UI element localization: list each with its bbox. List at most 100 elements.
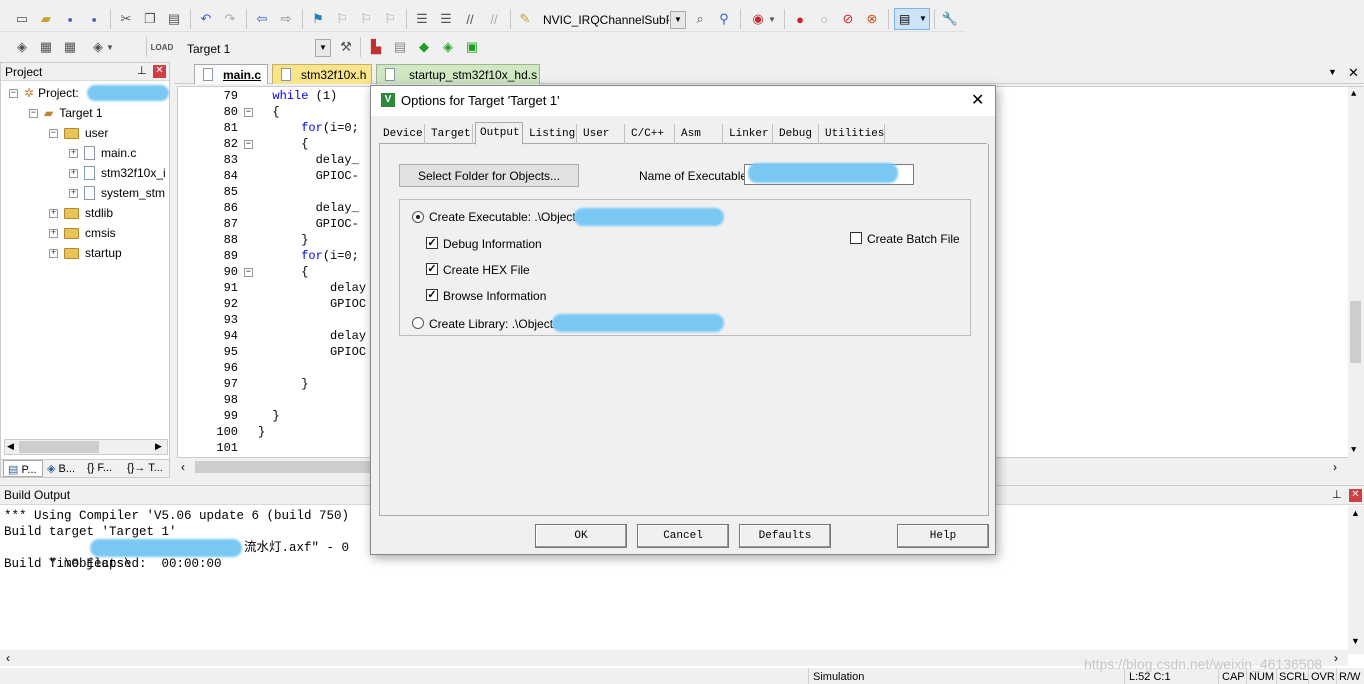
download-icon[interactable]: LOAD: [151, 37, 174, 57]
help-button[interactable]: Help: [897, 524, 989, 548]
scroll-left-icon[interactable]: ‹: [6, 651, 10, 665]
expand-icon[interactable]: +: [49, 208, 58, 218]
tab-listing[interactable]: Listing: [525, 124, 577, 144]
scroll-left-icon[interactable]: ‹: [181, 460, 185, 474]
tree-file[interactable]: + stm32f10x_i: [69, 164, 166, 182]
tree-project-root[interactable]: − ✲ Project:: [9, 84, 79, 102]
select-folder-button[interactable]: Select Folder for Objects...: [399, 164, 579, 187]
kill-all-breakpoints-icon[interactable]: ⊗: [862, 9, 882, 29]
clear-bookmarks-icon[interactable]: ⚐: [380, 9, 400, 29]
find-icon[interactable]: ⌕: [690, 9, 710, 29]
expand-icon[interactable]: +: [69, 168, 78, 178]
browse-information-checkbox[interactable]: ✓: [426, 289, 438, 301]
tab-project[interactable]: ▤ P...: [3, 460, 43, 477]
collapse-icon[interactable]: −: [29, 108, 38, 118]
incremental-find-icon[interactable]: ⚲: [714, 9, 734, 29]
scroll-right-icon[interactable]: ›: [1334, 651, 1338, 665]
create-hex-file-checkbox[interactable]: ✓: [426, 263, 438, 275]
scroll-up-icon[interactable]: ▲: [1351, 89, 1356, 99]
window-layout-button[interactable]: ▤ ▼: [894, 8, 930, 30]
collapse-icon[interactable]: −: [49, 128, 58, 138]
chevron-down-icon[interactable]: ▼: [670, 11, 686, 29]
debug-session-icon[interactable]: ◉: [748, 9, 768, 29]
tab-functions[interactable]: {} F...: [87, 462, 125, 474]
chevron-down-icon[interactable]: ▼: [104, 37, 116, 57]
close-icon[interactable]: ✕: [153, 65, 166, 78]
tab-main-c[interactable]: main.c: [194, 64, 268, 84]
pin-icon[interactable]: ⊥: [1332, 488, 1342, 501]
close-icon[interactable]: ✕: [1349, 489, 1362, 502]
paste-icon[interactable]: ▤: [164, 9, 184, 29]
chevron-down-icon[interactable]: ▼: [766, 9, 778, 29]
fold-collapse-icon[interactable]: −: [244, 268, 253, 277]
function-combo[interactable]: NVIC_IRQChannelSubPrio ▼: [540, 10, 686, 30]
pack-installer-icon[interactable]: ◈: [438, 37, 458, 57]
select-packs-icon[interactable]: ▤: [390, 37, 410, 57]
save-icon[interactable]: ▪: [60, 9, 80, 29]
scroll-thumb[interactable]: [195, 461, 375, 473]
open-folder-icon[interactable]: ▰: [36, 9, 56, 29]
close-icon[interactable]: ✕: [971, 90, 984, 110]
target-combo[interactable]: Target 1 ▼: [184, 38, 331, 58]
comment-icon[interactable]: //: [460, 9, 480, 29]
breakpoint-icon[interactable]: ●: [790, 9, 810, 29]
bookmark-icon[interactable]: ⚑: [308, 9, 328, 29]
expand-icon[interactable]: +: [69, 148, 78, 158]
defaults-button[interactable]: Defaults: [739, 524, 831, 548]
output-vscrollbar[interactable]: ▲ ▼: [1348, 506, 1364, 654]
collapse-icon[interactable]: −: [9, 88, 18, 98]
nav-forward-icon[interactable]: ⇨: [276, 9, 296, 29]
dialog-titlebar[interactable]: V Options for Target 'Target 1' ✕: [371, 86, 995, 116]
disable-all-breakpoints-icon[interactable]: ⊘: [838, 9, 858, 29]
manage-rte-icon[interactable]: ◆: [414, 37, 434, 57]
scroll-left-icon[interactable]: ◀: [7, 441, 14, 452]
tab-stm32f10x-h[interactable]: stm32f10x.h: [272, 64, 372, 84]
editor-vscrollbar[interactable]: ▲ ▼: [1348, 87, 1363, 459]
expand-icon[interactable]: +: [49, 248, 58, 258]
tab-device[interactable]: Device: [379, 124, 425, 144]
tab-startup-s[interactable]: startup_stm32f10x_hd.s: [376, 64, 540, 84]
create-batch-file-checkbox[interactable]: [850, 232, 862, 244]
project-hscrollbar[interactable]: ◀ ▶: [4, 439, 168, 455]
create-library-radio[interactable]: [412, 317, 424, 329]
chevron-down-icon[interactable]: ▼: [315, 39, 331, 57]
tree-target[interactable]: − ▰ Target 1: [29, 104, 103, 122]
options-for-target-icon[interactable]: ⚒: [336, 37, 356, 57]
tab-templates[interactable]: {}→ T...: [127, 462, 169, 474]
tab-c-cpp[interactable]: C/C++: [627, 124, 675, 144]
scroll-thumb[interactable]: [19, 441, 99, 453]
tree-folder-startup[interactable]: + startup: [49, 244, 122, 262]
tab-asm[interactable]: Asm: [677, 124, 723, 144]
tab-output[interactable]: Output: [475, 122, 523, 145]
cut-icon[interactable]: ✂: [116, 9, 136, 29]
tab-list-dropdown-icon[interactable]: ▼: [1328, 67, 1337, 77]
tree-file[interactable]: + system_stm: [69, 184, 165, 202]
redo-icon[interactable]: ↷: [220, 9, 240, 29]
new-file-icon[interactable]: ▭: [12, 9, 32, 29]
scroll-thumb[interactable]: [1350, 301, 1361, 363]
save-all-icon[interactable]: ▪: [84, 9, 104, 29]
tab-debug[interactable]: Debug: [775, 124, 819, 144]
multi-project-icon[interactable]: ▣: [462, 37, 482, 57]
close-icon[interactable]: ✕: [1348, 65, 1359, 81]
tree-folder-user[interactable]: − user: [49, 124, 108, 142]
indent-icon[interactable]: ☰: [412, 9, 432, 29]
prev-bookmark-icon[interactable]: ⚐: [332, 9, 352, 29]
scroll-down-icon[interactable]: ▼: [1351, 445, 1356, 455]
copy-icon[interactable]: ❐: [140, 9, 160, 29]
scroll-up-icon[interactable]: ▲: [1351, 508, 1360, 518]
create-executable-radio[interactable]: [412, 211, 424, 223]
tab-user[interactable]: User: [579, 124, 625, 144]
scroll-down-icon[interactable]: ▼: [1351, 636, 1360, 646]
rebuild-icon[interactable]: ▦: [60, 37, 80, 57]
find-in-files-icon[interactable]: ✎: [515, 9, 535, 29]
expand-icon[interactable]: +: [69, 188, 78, 198]
debug-information-checkbox[interactable]: ✓: [426, 237, 438, 249]
build-icon[interactable]: ▦: [36, 37, 56, 57]
undo-icon[interactable]: ↶: [196, 9, 216, 29]
tree-folder-cmsis[interactable]: + cmsis: [49, 224, 116, 242]
pin-icon[interactable]: ⊥: [137, 64, 147, 77]
uncomment-icon[interactable]: //: [484, 9, 504, 29]
next-bookmark-icon[interactable]: ⚐: [356, 9, 376, 29]
manage-project-items-icon[interactable]: ▙: [366, 37, 386, 57]
